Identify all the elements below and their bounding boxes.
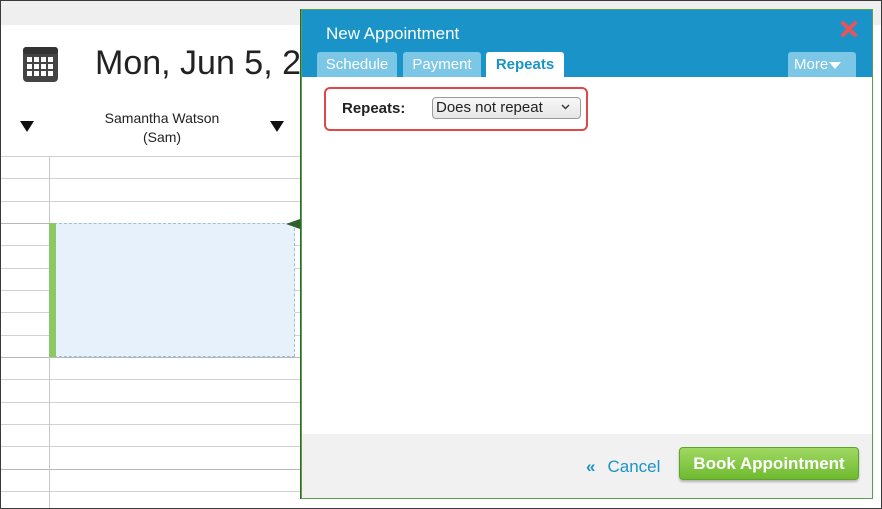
grid-line	[1, 491, 301, 492]
grid-line	[1, 469, 301, 470]
chevron-down-icon	[829, 61, 842, 69]
tab-more-label: More	[794, 56, 829, 73]
tab-schedule[interactable]: Schedule	[317, 52, 397, 77]
dialog-pointer	[286, 219, 300, 229]
cancel-label: Cancel	[607, 457, 661, 476]
close-icon[interactable]	[840, 20, 858, 38]
repeats-selected-value: Does not repeat	[436, 99, 543, 116]
repeats-highlight: Repeats: Does not repeat	[324, 87, 588, 131]
staff-column-header: Samantha Watson (Sam)	[61, 109, 263, 147]
grid-line	[1, 178, 301, 179]
grid-line	[1, 201, 301, 202]
staff-nickname: (Sam)	[142, 129, 182, 145]
book-appointment-button[interactable]: Book Appointment	[679, 447, 859, 480]
new-appointment-dialog: New Appointment Schedule Payment Repeats…	[301, 9, 873, 499]
repeats-select[interactable]: Does not repeat	[432, 97, 581, 119]
tab-payment[interactable]: Payment	[403, 52, 481, 77]
dialog-header: New Appointment Schedule Payment Repeats…	[302, 10, 872, 77]
appointment-status-bar	[49, 223, 56, 357]
new-appointment-slot[interactable]	[49, 223, 295, 357]
tab-more[interactable]: More	[788, 52, 856, 77]
grid-line	[1, 357, 301, 358]
grid-line	[1, 446, 301, 447]
staff-name: Samantha Watson	[104, 110, 220, 126]
chevron-down-icon	[561, 104, 570, 110]
repeats-label: Repeats:	[342, 100, 406, 117]
tab-repeats[interactable]: Repeats	[486, 52, 564, 77]
dialog-title: New Appointment	[326, 24, 460, 43]
triangle-down-icon[interactable]	[270, 121, 284, 132]
calendar-time-grid[interactable]	[1, 156, 301, 508]
grid-line	[1, 424, 301, 425]
grid-line	[1, 379, 301, 380]
dialog-footer: « Cancel Book Appointment	[302, 434, 872, 498]
grid-line	[1, 156, 301, 157]
calendar-date-title: Mon, Jun 5, 2023	[95, 44, 305, 82]
app-window: Mon, Jun 5, 2023 Samantha Watson (Sam) N…	[0, 0, 882, 509]
triangle-down-icon[interactable]	[20, 121, 34, 132]
calendar-grid-icon[interactable]	[22, 46, 59, 83]
double-chevron-left-icon: «	[586, 457, 596, 476]
cancel-link[interactable]: « Cancel	[586, 457, 660, 477]
grid-line	[1, 402, 301, 403]
